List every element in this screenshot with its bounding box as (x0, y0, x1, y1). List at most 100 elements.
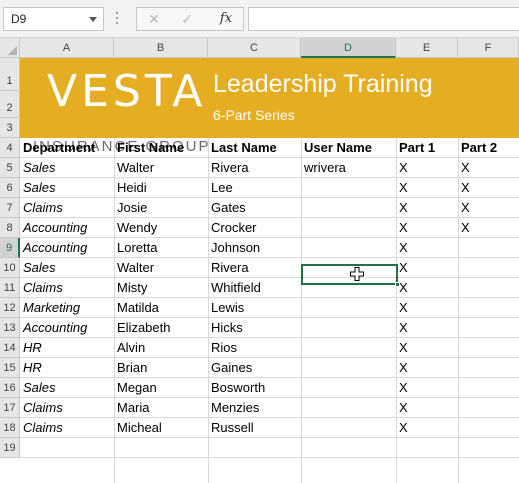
table-cell[interactable]: wrivera (301, 158, 396, 178)
table-cell[interactable] (301, 338, 396, 358)
table-cell[interactable]: Rivera (208, 158, 301, 178)
table-cell[interactable]: Alvin (114, 338, 208, 358)
table-cell[interactable]: Sales (20, 378, 114, 398)
table-cell[interactable]: Brian (114, 358, 208, 378)
table-cell[interactable] (301, 318, 396, 338)
row-header-8[interactable]: 8 (0, 218, 20, 238)
worksheet-grid[interactable]: VESTA Leadership Training 6-Part Series … (0, 38, 519, 483)
name-box-dropdown-icon[interactable] (89, 17, 97, 22)
row-header-1[interactable]: 1 (0, 58, 20, 91)
table-cell[interactable] (301, 178, 396, 198)
table-cell[interactable]: Gaines (208, 358, 301, 378)
table-cell[interactable]: Accounting (20, 318, 114, 338)
row-header-19[interactable]: 19 (0, 438, 20, 458)
table-cell[interactable]: Sales (20, 178, 114, 198)
table-cell[interactable]: Josie (114, 198, 208, 218)
column-header-a[interactable]: A (20, 38, 114, 58)
table-cell[interactable]: Elizabeth (114, 318, 208, 338)
table-cell[interactable]: X (396, 278, 458, 298)
table-cell[interactable]: Bosworth (208, 378, 301, 398)
table-cell[interactable]: X (396, 418, 458, 438)
table-cell[interactable] (301, 218, 396, 238)
table-cell[interactable]: X (396, 318, 458, 338)
table-cell[interactable]: Sales (20, 158, 114, 178)
row-header-6[interactable]: 6 (0, 178, 20, 198)
table-cell[interactable] (301, 238, 396, 258)
row-header-12[interactable]: 12 (0, 298, 20, 318)
table-cell[interactable]: Claims (20, 398, 114, 418)
table-cell[interactable] (458, 298, 519, 318)
table-cell[interactable]: Micheal (114, 418, 208, 438)
table-cell[interactable]: Wendy (114, 218, 208, 238)
table-cell[interactable] (458, 318, 519, 338)
table-cell[interactable] (458, 338, 519, 358)
table-cell[interactable]: X (396, 178, 458, 198)
row-header-18[interactable]: 18 (0, 418, 20, 438)
table-cell[interactable]: Crocker (208, 218, 301, 238)
row-header-9[interactable]: 9 (0, 238, 20, 258)
table-header-cell[interactable]: Last Name (208, 138, 301, 158)
table-cell[interactable]: X (458, 218, 519, 238)
table-cell[interactable]: Rivera (208, 258, 301, 278)
table-cell[interactable]: Heidi (114, 178, 208, 198)
table-cell[interactable]: Accounting (20, 218, 114, 238)
row-header-3[interactable]: 3 (0, 118, 20, 138)
table-cell[interactable]: Maria (114, 398, 208, 418)
table-cell[interactable]: X (396, 358, 458, 378)
table-cell[interactable] (458, 278, 519, 298)
column-header-d[interactable]: D (301, 38, 396, 58)
table-cell[interactable]: X (396, 238, 458, 258)
table-cell[interactable]: X (396, 378, 458, 398)
table-cell[interactable]: Whitfield (208, 278, 301, 298)
table-cell[interactable]: Russell (208, 418, 301, 438)
table-cell[interactable]: Megan (114, 378, 208, 398)
table-cell[interactable]: Johnson (208, 238, 301, 258)
table-cell[interactable]: X (458, 158, 519, 178)
table-cell[interactable] (301, 378, 396, 398)
table-cell[interactable]: X (396, 298, 458, 318)
table-cell[interactable]: Lee (208, 178, 301, 198)
cancel-icon[interactable]: ✕ (139, 7, 169, 31)
enter-icon[interactable]: ✓ (172, 7, 202, 31)
row-header-16[interactable]: 16 (0, 378, 20, 398)
table-header-cell[interactable]: First Name (114, 138, 208, 158)
table-header-cell[interactable]: Department (20, 138, 114, 158)
table-cell[interactable] (301, 198, 396, 218)
table-cell[interactable]: Misty (114, 278, 208, 298)
table-cell[interactable] (458, 358, 519, 378)
table-cell[interactable]: Marketing (20, 298, 114, 318)
table-cell[interactable]: Walter (114, 258, 208, 278)
row-header-17[interactable]: 17 (0, 398, 20, 418)
table-cell[interactable]: X (396, 218, 458, 238)
table-cell[interactable]: X (396, 198, 458, 218)
row-header-13[interactable]: 13 (0, 318, 20, 338)
formula-bar-grip-icon[interactable] (114, 9, 120, 29)
table-cell[interactable]: Loretta (114, 238, 208, 258)
table-cell[interactable]: Lewis (208, 298, 301, 318)
table-cell[interactable]: Accounting (20, 238, 114, 258)
table-header-cell[interactable]: Part 1 (396, 138, 458, 158)
table-cell[interactable]: Claims (20, 198, 114, 218)
column-header-f[interactable]: F (458, 38, 519, 58)
select-all-button[interactable] (0, 38, 20, 58)
table-cell[interactable] (301, 298, 396, 318)
table-cell[interactable]: X (396, 158, 458, 178)
row-header-7[interactable]: 7 (0, 198, 20, 218)
table-cell[interactable] (458, 418, 519, 438)
table-cell[interactable]: Sales (20, 258, 114, 278)
row-header-11[interactable]: 11 (0, 278, 20, 298)
formula-input[interactable] (248, 7, 519, 31)
insert-function-icon[interactable]: fx (211, 7, 241, 31)
row-header-10[interactable]: 10 (0, 258, 20, 278)
table-cell[interactable] (458, 238, 519, 258)
name-box[interactable]: D9 (3, 7, 104, 31)
table-cell[interactable]: X (458, 198, 519, 218)
table-cell[interactable] (458, 378, 519, 398)
table-cell[interactable] (458, 398, 519, 418)
table-cell[interactable] (301, 398, 396, 418)
table-cell[interactable] (458, 258, 519, 278)
table-cell[interactable]: X (458, 178, 519, 198)
row-header-5[interactable]: 5 (0, 158, 20, 178)
row-header-14[interactable]: 14 (0, 338, 20, 358)
table-cell[interactable]: Claims (20, 418, 114, 438)
